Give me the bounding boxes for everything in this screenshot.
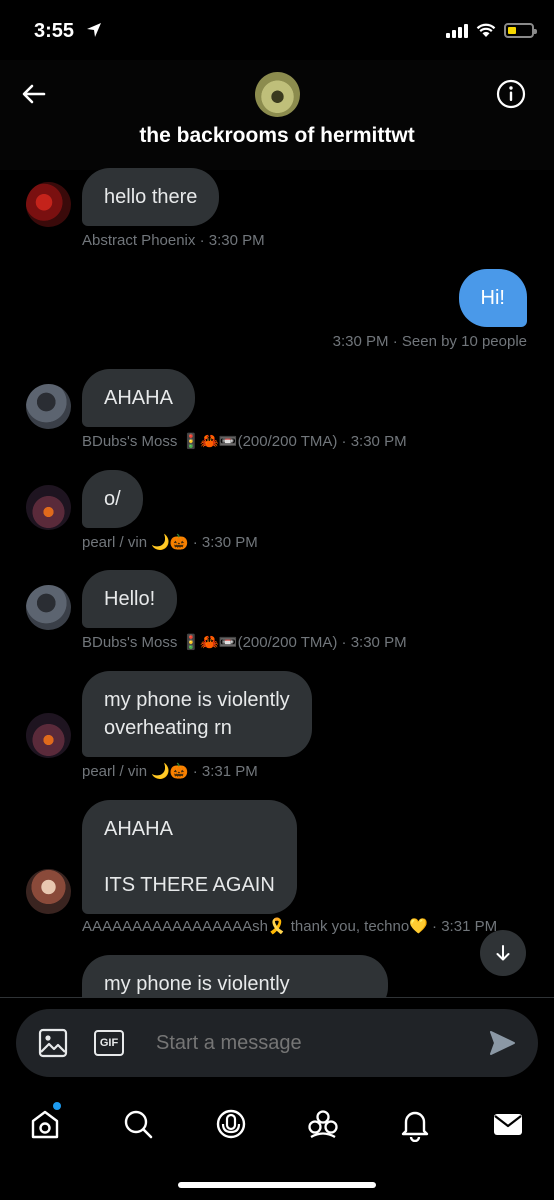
message-meta: AAAAAAAAAAAAAAAAAsh🎗️ thank you, techno💛… (82, 917, 497, 935)
separator: · (432, 918, 442, 935)
sender-name[interactable]: Abstract Phoenix (82, 232, 195, 249)
send-icon[interactable] (488, 1029, 516, 1057)
battery-icon (504, 22, 537, 38)
home-icon[interactable] (27, 1106, 63, 1142)
message-time: 3:30 PM (350, 634, 407, 651)
message-bubble[interactable]: AHAHA (82, 369, 195, 427)
separator: · (199, 232, 209, 249)
home-indicator (178, 1182, 376, 1188)
separator: · (341, 433, 351, 450)
group-title: the backrooms of hermittwt (139, 124, 415, 147)
message-meta: pearl / vin 🌙🎃 · 3:30 PM (82, 533, 258, 551)
gif-label: GIF (99, 1037, 119, 1049)
cellular-signal-icon (446, 22, 468, 38)
avatar[interactable] (26, 485, 71, 530)
wifi-icon (476, 23, 496, 37)
sender-name[interactable]: BDubs's Moss 🚦🦀📼(200/200 TMA) (82, 634, 337, 651)
image-icon[interactable] (38, 1028, 68, 1058)
message-bubble[interactable]: AHAHA ITS THERE AGAIN (82, 800, 297, 914)
avatar[interactable] (26, 713, 71, 758)
seen-status[interactable]: Seen by 10 people (402, 333, 527, 350)
message-time: 3:30 PM (350, 433, 407, 450)
separator: · (392, 333, 402, 350)
message-bubble[interactable]: hello there (82, 168, 220, 226)
my-message-bubble[interactable]: Hi! (458, 269, 527, 327)
info-icon[interactable] (496, 79, 526, 109)
message-bubble[interactable]: my phone is violently overheating rn (82, 671, 312, 757)
communities-icon[interactable] (305, 1106, 341, 1142)
separator: · (341, 634, 351, 651)
message-composer: GIF (16, 1009, 538, 1077)
message-bubble[interactable]: o/ (82, 470, 143, 528)
message-time: 3:31 PM (201, 763, 258, 780)
message-time: 3:30 PM (208, 232, 265, 249)
status-indicators (446, 22, 537, 38)
search-icon[interactable] (120, 1106, 156, 1142)
message-time: 3:30 PM (201, 534, 258, 551)
avatar[interactable] (26, 585, 71, 630)
arrow-down-icon (496, 945, 510, 961)
sender-name[interactable]: BDubs's Moss 🚦🦀📼(200/200 TMA) (82, 433, 337, 450)
message-time: 3:30 PM (332, 333, 389, 350)
status-time: 3:55 (34, 20, 75, 42)
message-meta: 3:30 PM · Seen by 10 people (333, 333, 527, 350)
notifications-icon[interactable] (397, 1106, 433, 1142)
sender-name[interactable]: pearl / vin 🌙🎃 (82, 763, 189, 780)
separator: · (192, 763, 202, 780)
scroll-to-bottom-button[interactable] (480, 930, 526, 976)
message-meta: BDubs's Moss 🚦🦀📼(200/200 TMA) · 3:30 PM (82, 633, 407, 651)
message-meta: BDubs's Moss 🚦🦀📼(200/200 TMA) · 3:30 PM (82, 432, 407, 450)
message-meta: pearl / vin 🌙🎃 · 3:31 PM (82, 762, 258, 780)
sender-name[interactable]: pearl / vin 🌙🎃 (82, 534, 189, 551)
avatar[interactable] (26, 869, 71, 914)
message-bubble[interactable]: Hello! (82, 570, 178, 628)
avatar[interactable] (26, 182, 71, 227)
back-arrow-icon[interactable] (18, 78, 50, 110)
avatar[interactable] (26, 384, 71, 429)
spaces-icon[interactable] (213, 1106, 249, 1142)
location-arrow-icon (87, 23, 101, 37)
sender-name[interactable]: AAAAAAAAAAAAAAAAAsh🎗️ thank you, techno💛 (82, 918, 428, 935)
group-avatar[interactable] (255, 72, 300, 117)
message-input[interactable] (154, 1030, 488, 1056)
message-meta: Abstract Phoenix · 3:30 PM (82, 232, 265, 249)
message-time: 3:31 PM (441, 918, 498, 935)
notification-dot (53, 1102, 61, 1110)
gif-button[interactable]: GIF (94, 1030, 124, 1056)
separator: · (192, 534, 202, 551)
messages-icon[interactable] (490, 1106, 526, 1142)
